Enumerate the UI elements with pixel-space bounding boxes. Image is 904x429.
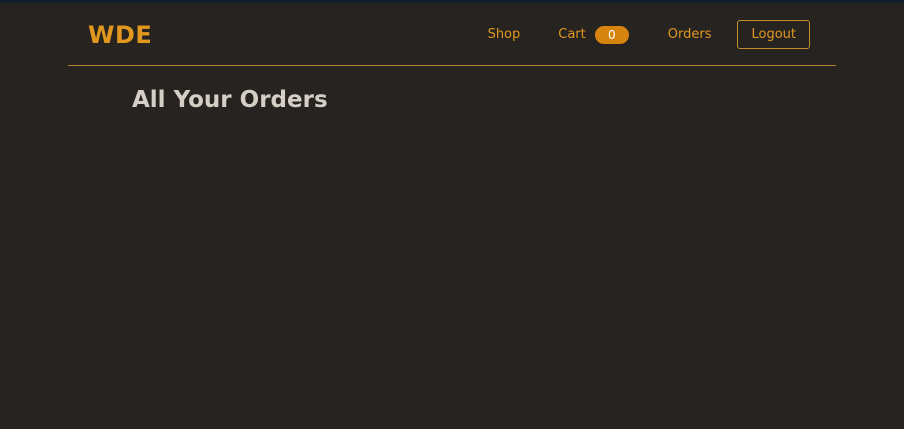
nav-cart-label: Cart xyxy=(558,27,586,42)
page-title: All Your Orders xyxy=(132,87,328,113)
page: { "nav": { "brand": "WDE", "shop_label":… xyxy=(0,0,904,429)
nav-links: Shop Cart 0 Orders Logout xyxy=(488,20,810,49)
nav-orders-link[interactable]: Orders xyxy=(668,20,712,49)
brand-logo[interactable]: WDE xyxy=(88,20,152,50)
logout-button[interactable]: Logout xyxy=(737,20,810,49)
nav-shop-link[interactable]: Shop xyxy=(488,20,521,49)
cart-count-badge: 0 xyxy=(594,25,629,44)
navbar: WDE Shop Cart 0 Orders Logout xyxy=(68,3,836,66)
nav-cart-link[interactable]: Cart 0 xyxy=(558,20,629,49)
